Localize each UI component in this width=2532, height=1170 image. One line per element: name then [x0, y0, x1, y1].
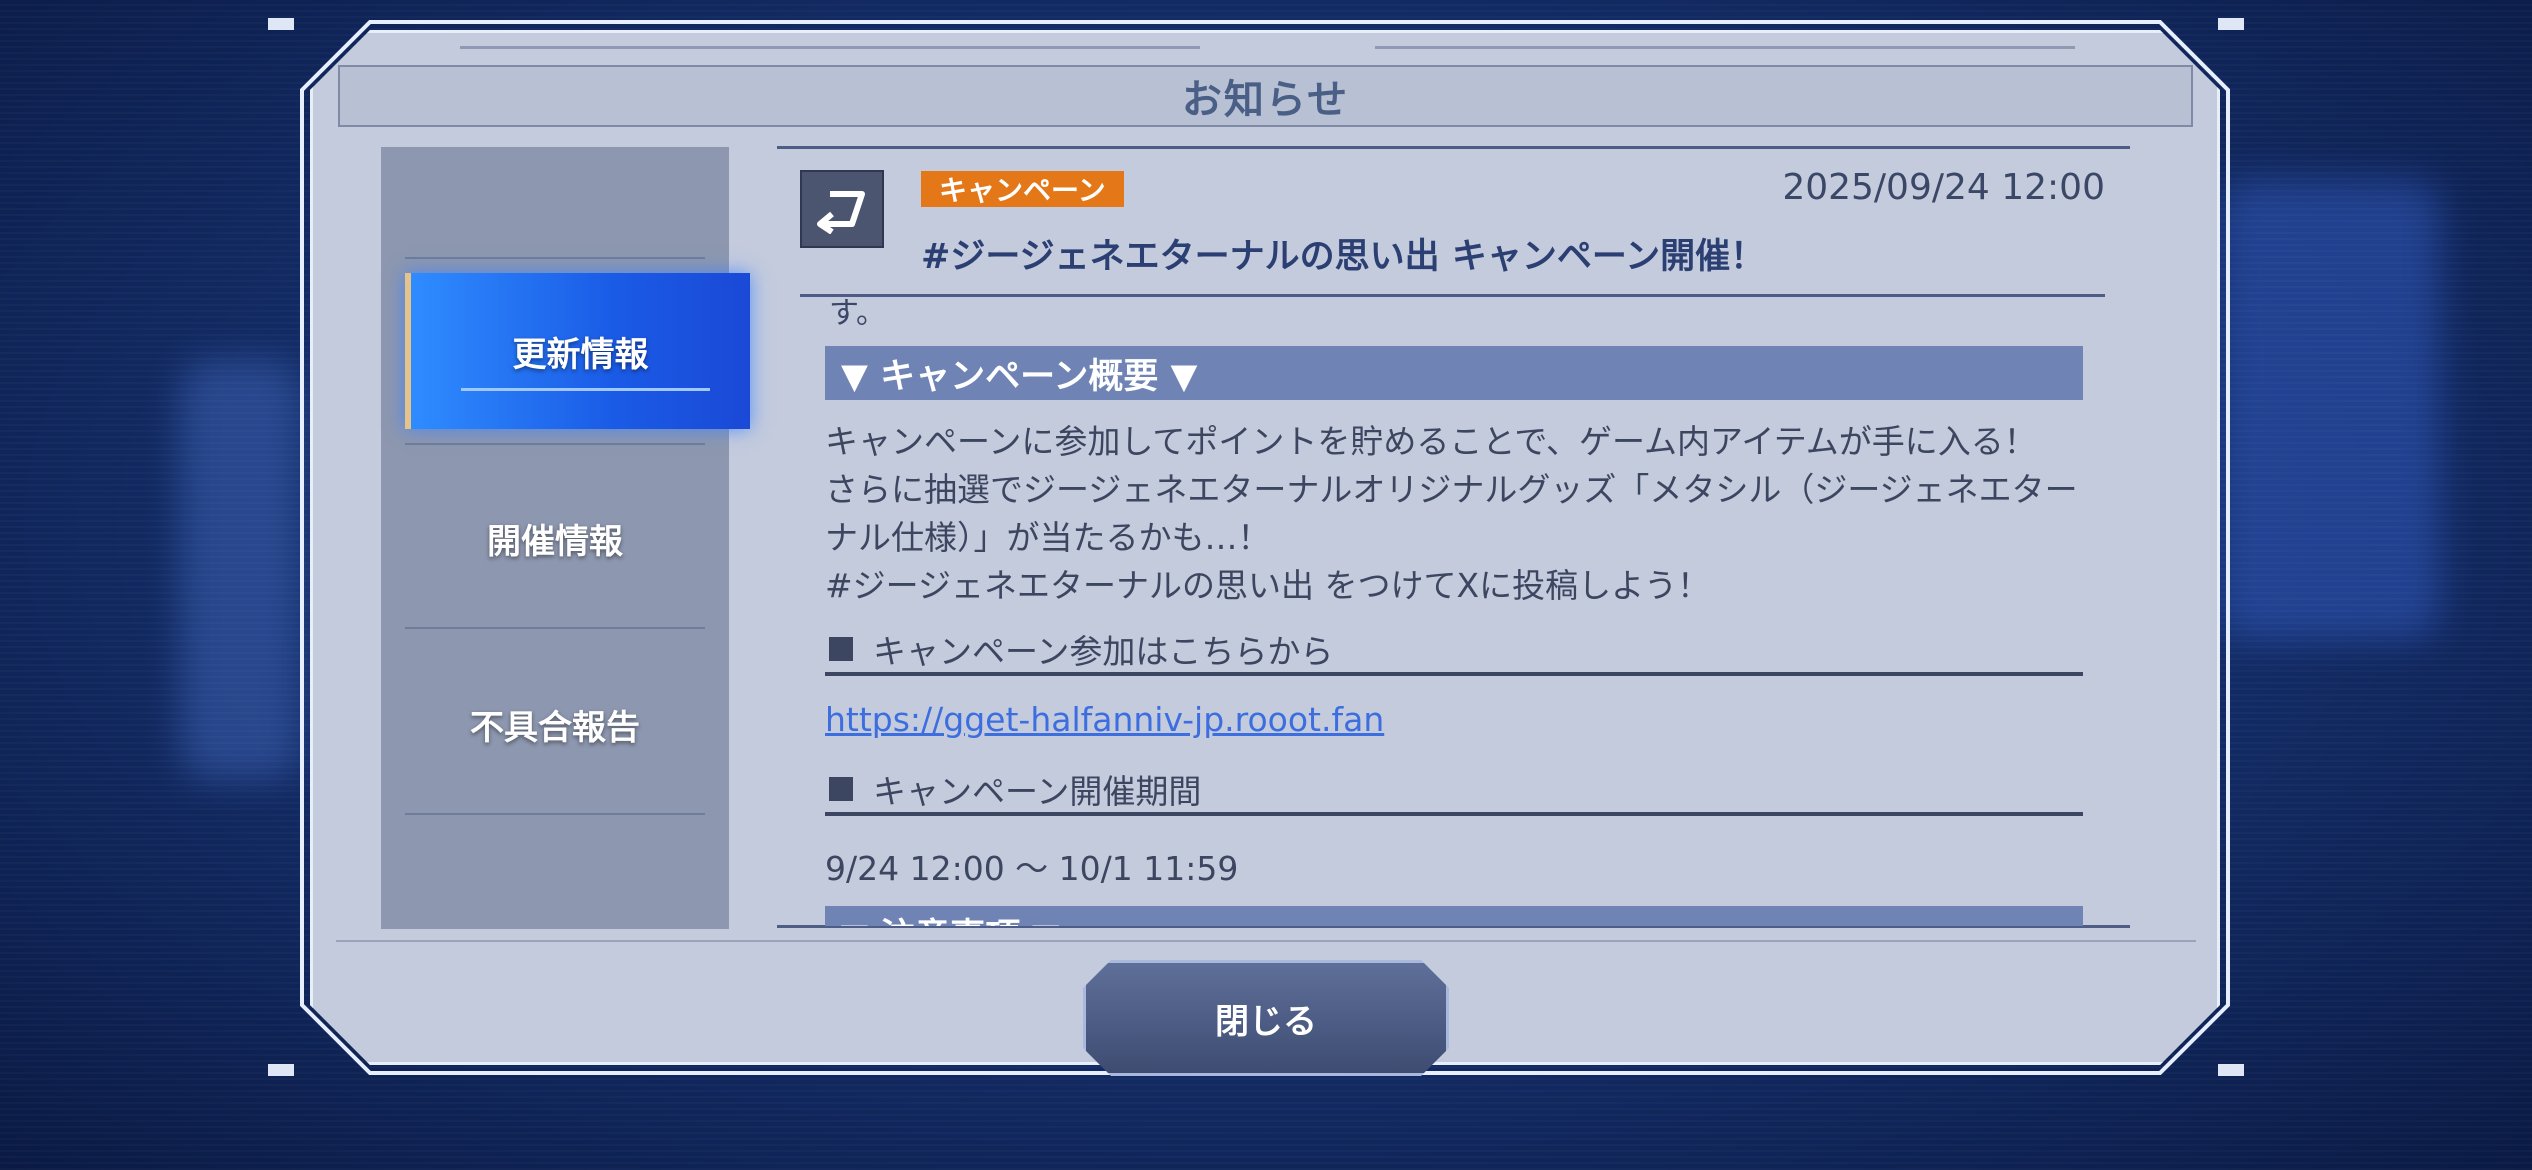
frame-corner-tr: [2218, 18, 2244, 30]
sidebar-separator: [405, 257, 705, 259]
period-heading: キャンペーン開催期間: [825, 766, 2083, 816]
frame-corner-br: [2218, 1064, 2244, 1076]
square-bullet-icon: [829, 637, 853, 661]
post-date: 2025/09/24 12:00: [1782, 167, 2105, 208]
overview-line: さらに抽選でジージェネエターナルオリジナルグッズ「メタシル（ジージェネエター: [825, 470, 2078, 509]
return-arrow-icon: [800, 170, 884, 248]
cut-off-text: す。: [829, 296, 886, 331]
dialog-title-bar: お知らせ: [338, 65, 2193, 127]
sidebar-separator: [405, 813, 705, 815]
post-body-scroll[interactable]: す。 ▼ キャンペーン概要 ▼ キャンペーンに参加してポイントを貯めることで、ゲ…: [825, 296, 2083, 926]
category-sidebar: 更新情報 開催情報 不具合報告: [381, 147, 750, 929]
sidebar-item-label: 不具合報告: [470, 707, 640, 748]
top-deco-line-left: [460, 46, 1200, 49]
category-badge: キャンペーン: [921, 171, 1124, 207]
sidebar-item-bug-report[interactable]: 不具合報告: [405, 649, 705, 799]
overview-line: ナル仕様）」が当たるかも…！: [825, 518, 1271, 557]
sidebar-item-label: 開催情報: [487, 521, 623, 562]
section-header-notes: ▼ 注意事項 ▼: [825, 906, 2083, 926]
close-button[interactable]: 閉じる: [1083, 960, 1449, 1076]
overview-line: #ジージェネエターナルの思い出 をつけてXに投稿しよう！: [825, 566, 1711, 605]
period-heading-label: キャンペーン開催期間: [873, 772, 1202, 811]
join-heading-label: キャンペーン参加はこちらから: [873, 632, 1334, 671]
sidebar-separator: [405, 627, 705, 629]
active-underline: [461, 388, 710, 391]
frame-corner-tl: [268, 18, 294, 30]
post-title: #ジージェネエターナルの思い出 キャンペーン開催！: [921, 237, 1766, 277]
sidebar-item-update-info[interactable]: 更新情報: [405, 273, 750, 429]
content-top-border: [777, 146, 2130, 149]
sidebar-separator: [405, 443, 705, 445]
frame-corner-bl: [268, 1064, 294, 1076]
campaign-link[interactable]: https://gget-halfanniv-jp.rooot.fan: [825, 700, 1384, 739]
footer-divider: [336, 940, 2196, 942]
campaign-period: 9/24 12:00 ～ 10/1 11:59: [825, 849, 1239, 888]
sidebar-item-label: 更新情報: [512, 334, 649, 375]
dialog-title: お知らせ: [1181, 77, 1350, 123]
top-deco-line-right: [1375, 46, 2075, 49]
join-heading: キャンペーン参加はこちらから: [825, 626, 2083, 676]
section-header-overview: ▼ キャンペーン概要 ▼: [825, 346, 2083, 400]
sidebar-item-event-info[interactable]: 開催情報: [405, 463, 705, 613]
overview-line: キャンペーンに参加してポイントを貯めることで、ゲーム内アイテムが手に入る！: [825, 422, 2037, 461]
square-bullet-icon: [829, 777, 853, 801]
